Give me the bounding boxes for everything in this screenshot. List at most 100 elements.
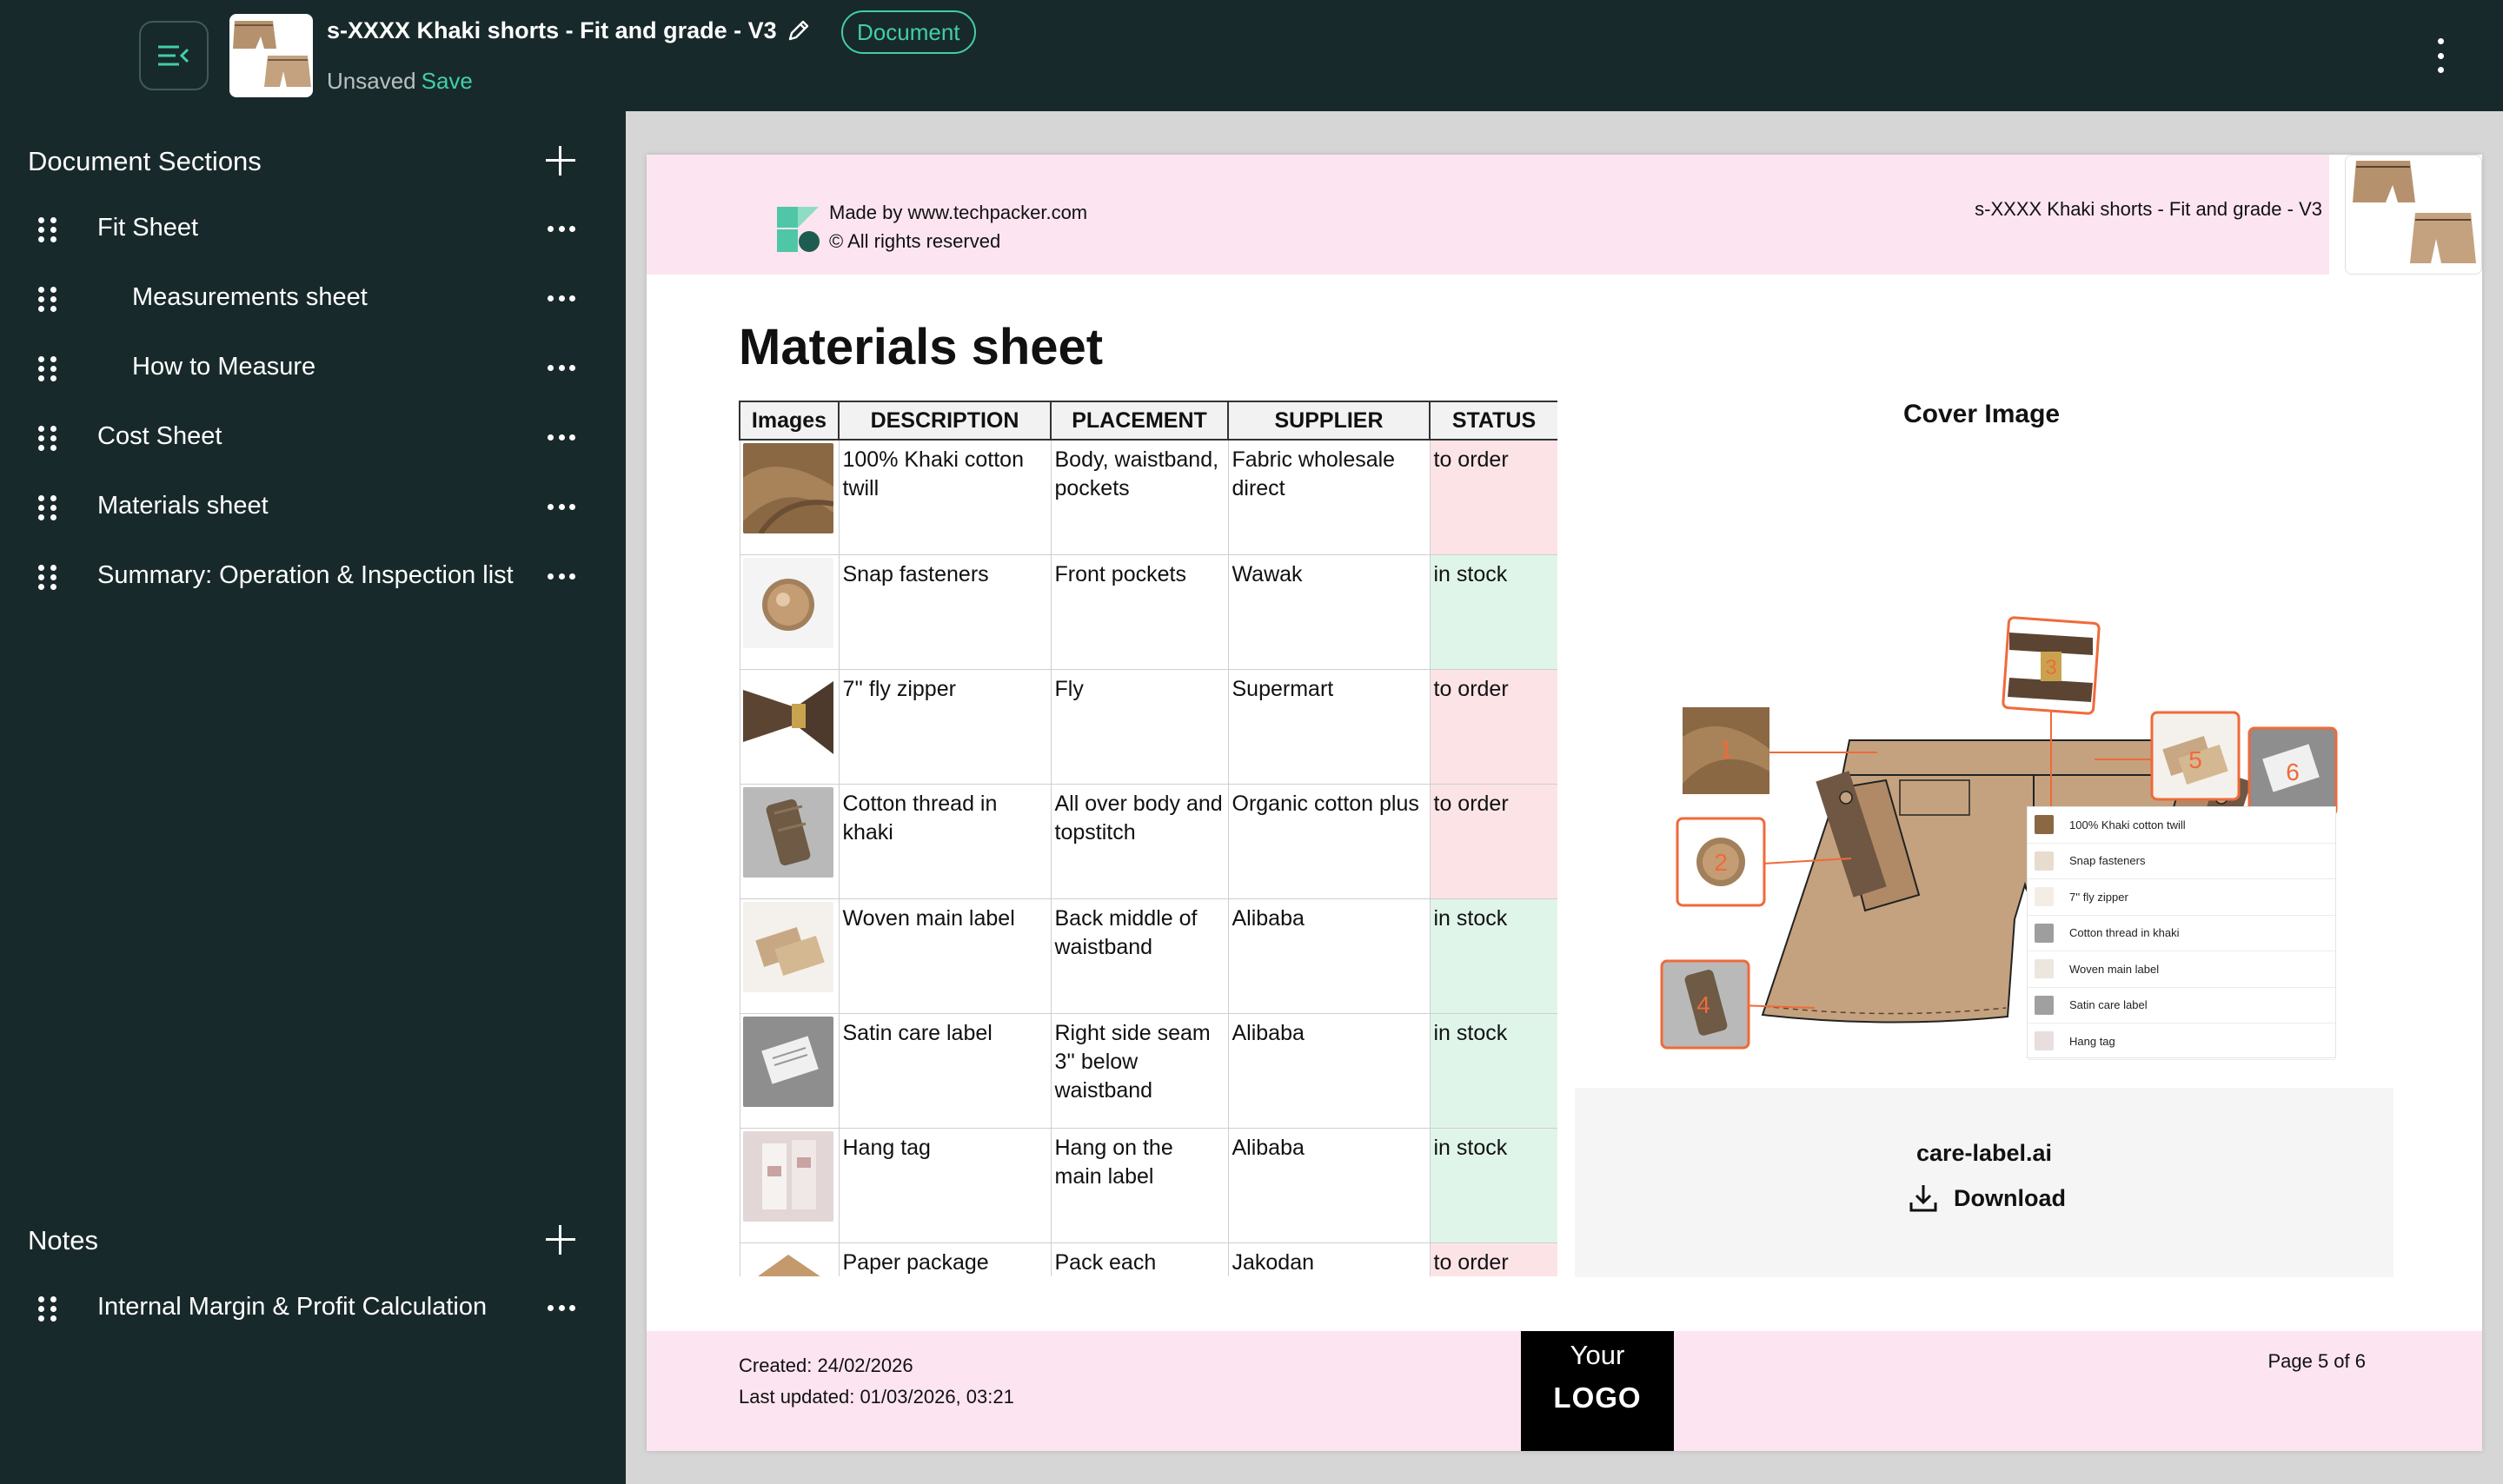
callout-6: 6	[2247, 726, 2338, 817]
top-bar: s-XXXX Khaki shorts - Fit and grade - V3…	[0, 0, 2503, 111]
thread-spool-image	[742, 786, 833, 878]
material-image-cell	[739, 898, 840, 1014]
cover-legend: 100% Khaki cotton twill Snap fasteners 7…	[2027, 806, 2336, 1060]
status-cell: to order	[1429, 783, 1557, 899]
add-section-icon[interactable]	[546, 146, 575, 176]
hang-tag-image	[742, 1130, 833, 1222]
description-cell: Snap fasteners	[838, 553, 1052, 670]
product-thumbnail[interactable]	[229, 14, 313, 97]
section-item-label: Summary: Operation & Inspection list	[97, 561, 514, 589]
drag-handle-icon[interactable]	[38, 1296, 57, 1322]
drag-handle-icon[interactable]	[38, 426, 57, 452]
more-horizontal-icon[interactable]	[548, 1305, 575, 1312]
page-header: Made by www.techpacker.com © All rights …	[647, 155, 2329, 275]
legend-item: Satin care label	[2028, 988, 2335, 1024]
description-cell: Cotton thread in khaki	[838, 783, 1052, 899]
download-label: Download	[1954, 1184, 2066, 1211]
logo-line-2: LOGO	[1553, 1381, 1642, 1414]
placement-cell: Front pockets	[1050, 553, 1229, 670]
supplier-cell: Alibaba	[1227, 1012, 1431, 1129]
section-item-label: How to Measure	[132, 353, 316, 381]
material-image-cell	[739, 783, 840, 899]
table-row: 7'' fly zipper Fly Supermart to order	[739, 668, 1557, 785]
drag-handle-icon[interactable]	[38, 217, 57, 243]
legend-swatch	[2035, 815, 2054, 835]
download-button[interactable]: Download	[1909, 1183, 2066, 1213]
shorts-thumbnail-image	[2353, 161, 2476, 263]
more-horizontal-icon[interactable]	[548, 295, 575, 302]
sections-heading: Document Sections	[28, 146, 262, 176]
section-item-cost-sheet[interactable]: Cost Sheet	[0, 403, 626, 473]
description-cell: Satin care label	[838, 1012, 1052, 1129]
made-by-text: Made by www.techpacker.com © All rights …	[829, 198, 1087, 255]
col-header-supplier: SUPPLIER	[1227, 401, 1431, 441]
shorts-thumbnail-image	[233, 21, 311, 87]
section-item-materials-sheet[interactable]: Materials sheet	[0, 473, 626, 542]
legend-swatch	[2035, 959, 2054, 979]
legend-swatch	[2035, 887, 2054, 907]
page-header-title: s-XXXX Khaki shorts - Fit and grade - V3	[1975, 198, 2322, 220]
techpacker-logo-icon	[777, 207, 820, 252]
table-row: Satin care label Right side seam 3'' bel…	[739, 1012, 1557, 1129]
paper-package-image	[742, 1245, 833, 1276]
placement-cell: Fly	[1050, 668, 1229, 785]
pencil-icon[interactable]	[786, 17, 812, 43]
more-options-icon[interactable]	[2430, 38, 2451, 73]
callout-2: 2	[1676, 817, 1766, 907]
section-item-fit-sheet[interactable]: Fit Sheet	[0, 195, 626, 264]
more-horizontal-icon[interactable]	[548, 573, 575, 580]
attachment-filename: care-label.ai	[1915, 1140, 2053, 1166]
supplier-cell: Supermart	[1227, 668, 1431, 785]
callout-1: 1	[1683, 707, 1769, 794]
table-row: Snap fasteners Front pockets Wawak in st…	[739, 553, 1557, 670]
drag-handle-icon[interactable]	[38, 356, 57, 382]
document-page: Made by www.techpacker.com © All rights …	[647, 155, 2482, 1451]
drag-handle-icon[interactable]	[38, 495, 57, 521]
add-note-icon[interactable]	[546, 1225, 575, 1255]
status-cell: in stock	[1429, 1012, 1557, 1129]
callout-5: 5	[2150, 711, 2241, 801]
save-link[interactable]: Save	[422, 68, 473, 94]
callout-number: 4	[1696, 991, 1710, 1018]
document-type-badge: Document	[841, 10, 976, 54]
placement-cell: Body, waistband, pockets	[1050, 439, 1229, 555]
legend-item: Woven main label	[2028, 951, 2335, 988]
col-header-description: DESCRIPTION	[838, 401, 1052, 441]
status-cell: to order	[1429, 439, 1557, 555]
status-cell: to order	[1429, 1242, 1557, 1276]
material-image-cell	[739, 553, 840, 670]
supplier-cell: Alibaba	[1227, 898, 1431, 1014]
legend-swatch	[2035, 923, 2054, 943]
legend-label: Woven main label	[2069, 962, 2160, 976]
drag-handle-icon[interactable]	[38, 565, 57, 591]
callout-number: 6	[2286, 759, 2300, 785]
col-header-placement: PLACEMENT	[1050, 401, 1229, 441]
care-label-image	[742, 1016, 833, 1107]
more-horizontal-icon[interactable]	[548, 226, 575, 233]
legend-swatch	[2035, 995, 2054, 1015]
legend-label: Satin care label	[2069, 998, 2148, 1012]
collapse-sidebar-button[interactable]	[139, 21, 209, 90]
drag-handle-icon[interactable]	[38, 287, 57, 313]
callout-4: 4	[1660, 959, 1750, 1050]
section-item-label: Fit Sheet	[97, 214, 199, 242]
rights-line: © All rights reserved	[829, 230, 1001, 252]
more-horizontal-icon[interactable]	[548, 434, 575, 441]
more-horizontal-icon[interactable]	[548, 504, 575, 511]
description-cell: 100% Khaki cotton twill	[838, 439, 1052, 555]
placement-cell: All over body and topstitch	[1050, 783, 1229, 899]
legend-label: Snap fasteners	[2069, 854, 2146, 868]
page-number: Page 5 of 6	[2267, 1350, 2366, 1372]
section-item-summary[interactable]: Summary: Operation & Inspection list	[0, 542, 626, 612]
description-cell: Woven main label	[838, 898, 1052, 1014]
note-item-margin[interactable]: Internal Margin & Profit Calculation	[0, 1274, 626, 1343]
section-item-how-to-measure[interactable]: How to Measure	[0, 334, 626, 403]
table-row: 100% Khaki cotton twill Body, waistband,…	[739, 439, 1557, 555]
save-status: Unsaved Save	[327, 68, 473, 95]
updated-date: Last updated: 01/03/2026, 03:21	[739, 1386, 1014, 1408]
description-cell: Hang tag	[838, 1127, 1052, 1243]
section-item-measurements-sheet[interactable]: Measurements sheet	[0, 264, 626, 334]
supplier-cell: Jakodan	[1227, 1242, 1431, 1276]
woven-label-image	[742, 901, 833, 992]
more-horizontal-icon[interactable]	[548, 365, 575, 372]
